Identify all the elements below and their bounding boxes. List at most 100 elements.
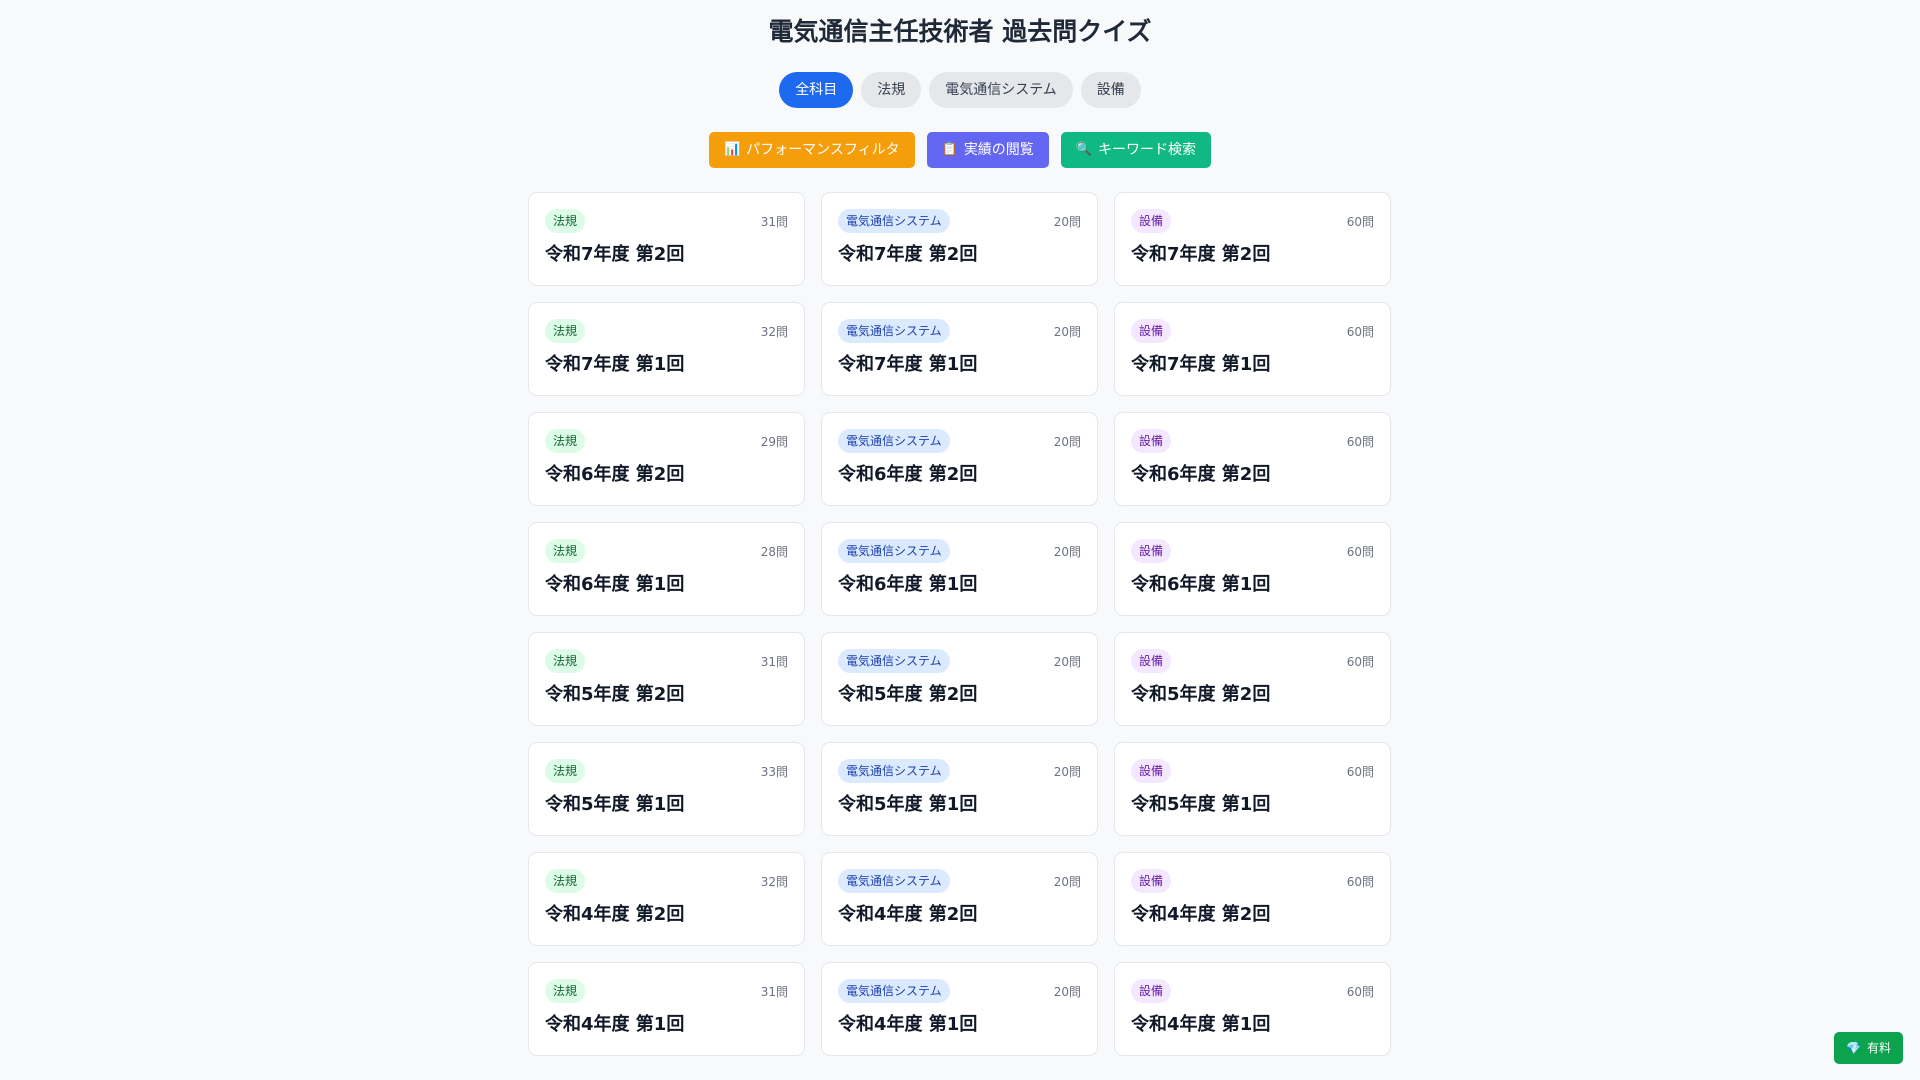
paid-button[interactable]: 💎 有料	[1834, 1032, 1903, 1064]
card-header: 電気通信システム 20問	[838, 209, 1081, 233]
question-count: 32問	[760, 874, 788, 889]
question-count: 31問	[760, 984, 788, 999]
subject-badge: 設備	[1131, 539, 1172, 563]
exam-card[interactable]: 法規 33問 令和5年度 第1回	[528, 742, 805, 836]
page: 電気通信主任技術者 過去問クイズ 全科目 法規 電気通信システム 設備 📊 パフォーマン…	[0, 0, 1920, 1080]
subject-badge: 法規	[545, 319, 586, 343]
card-title: 令和5年度 第1回	[1131, 794, 1271, 815]
subject-badge: 法規	[545, 979, 586, 1003]
question-count: 20問	[1053, 874, 1081, 889]
subject-badge: 法規	[545, 869, 586, 893]
tab-0[interactable]: 全科目	[779, 72, 854, 108]
subject-badge: 法規	[545, 539, 586, 563]
action-button-label: 実績の閲覧	[963, 142, 1034, 158]
card-title: 令和4年度 第1回	[1131, 1014, 1271, 1035]
exam-card[interactable]: 設備 60問 令和7年度 第1回	[1114, 302, 1391, 396]
card-title: 令和5年度 第1回	[838, 794, 978, 815]
question-count: 60問	[1346, 544, 1374, 559]
card-header: 電気通信システム 20問	[838, 759, 1081, 783]
card-title: 令和4年度 第2回	[838, 904, 978, 925]
exam-card[interactable]: 法規 32問 令和4年度 第2回	[528, 852, 805, 946]
subject-badge: 設備	[1131, 979, 1172, 1003]
question-count: 20問	[1053, 984, 1081, 999]
action-button-label: パフォーマンスフィルタ	[746, 142, 900, 158]
exam-card[interactable]: 設備 60問 令和6年度 第1回	[1114, 522, 1391, 616]
question-count: 20問	[1053, 324, 1081, 339]
action-button-0[interactable]: 📊 パフォーマンスフィルタ	[708, 132, 915, 168]
card-header: 設備 60問	[1131, 979, 1374, 1003]
page-title: 電気通信主任技術者 過去問クイズ	[768, 17, 1152, 46]
tab-1[interactable]: 法規	[861, 72, 922, 108]
card-header: 電気通信システム 20問	[838, 319, 1081, 343]
subject-badge: 法規	[545, 759, 586, 783]
exam-card[interactable]: 設備 60問 令和5年度 第1回	[1114, 742, 1391, 836]
exam-card[interactable]: 設備 60問令和6年度 第2回	[1114, 412, 1391, 506]
card-header: 電気通信システム 20問	[838, 869, 1081, 893]
chart-icon: 📊	[723, 142, 741, 157]
subject-badge: 法規	[545, 209, 586, 233]
subject-badge: 電気通信システム	[838, 429, 950, 453]
subject-badge: 電気通信システム	[838, 979, 950, 1003]
question-count: 32問	[760, 324, 788, 339]
card-title: 令和6年度 第2回	[1131, 464, 1271, 485]
card-title: 令和5年度 第2回	[1131, 684, 1271, 705]
subject-badge: 設備	[1131, 869, 1172, 893]
action-bar: 📊 パフォーマンスフィルタ 📋 実績の閲覧 🔍 キーワード検索	[0, 132, 1920, 168]
question-count: 60問	[1346, 874, 1374, 889]
exam-card[interactable]: 電気通信システム 20問 令和5年度 第2回	[821, 632, 1098, 726]
exam-card[interactable]: 法規 29問 令和6年度 第2回	[528, 412, 805, 506]
question-count: 60問	[1346, 984, 1374, 999]
card-header: 設備 60問	[1131, 869, 1374, 893]
exam-card[interactable]: 設備 60問令和4年度 第2回	[1114, 852, 1391, 946]
question-count: 20問	[1053, 214, 1081, 229]
subject-badge: 電気通信システム	[838, 319, 950, 343]
exam-card[interactable]: 法規 32問令和7年度 第1回	[528, 302, 805, 396]
gem-icon: 💎	[1846, 1041, 1861, 1055]
exam-card[interactable]: 電気通信システム 20問 令和6年度 第2回	[821, 412, 1098, 506]
card-header: 法規 28問	[545, 539, 788, 563]
action-button-1[interactable]: 📋 実績の閲覧	[926, 132, 1049, 168]
exam-card[interactable]: 設備 60問 令和5年度 第2回	[1114, 632, 1391, 726]
exam-card[interactable]: 電気通信システム 20問令和4年度 第1回	[821, 962, 1098, 1056]
card-title: 令和5年度 第2回	[838, 684, 978, 705]
tab-3[interactable]: 設備	[1080, 72, 1141, 108]
card-header: 電気通信システム 20問	[838, 649, 1081, 673]
question-count: 29問	[760, 434, 788, 449]
card-title: 令和4年度 第2回	[1131, 904, 1271, 925]
question-count: 60問	[1346, 764, 1374, 779]
tab-2[interactable]: 電気通信システム	[929, 72, 1073, 108]
card-title: 令和7年度 第2回	[838, 244, 978, 265]
question-count: 33問	[760, 764, 788, 779]
card-title: 令和7年度 第1回	[545, 354, 685, 375]
exam-card[interactable]: 電気通信システム 20問 令和6年度 第1回	[821, 522, 1098, 616]
subject-badge: 設備	[1131, 209, 1172, 233]
exam-card[interactable]: 法規 31問令和7年度 第2回	[528, 192, 805, 286]
card-header: 法規 33問	[545, 759, 788, 783]
card-header: 法規 32問	[545, 319, 788, 343]
exam-card[interactable]: 法規 31問 令和5年度 第2回	[528, 632, 805, 726]
card-title: 令和4年度 第1回	[545, 1014, 685, 1035]
exam-card[interactable]: 法規 28問 令和6年度 第1回	[528, 522, 805, 616]
exam-card[interactable]: 設備 60問 令和7年度 第2回	[1114, 192, 1391, 286]
subject-badge: 設備	[1131, 319, 1172, 343]
card-title: 令和6年度 第2回	[838, 464, 978, 485]
card-title: 令和4年度 第1回	[838, 1014, 978, 1035]
subject-badge: 電気通信システム	[838, 649, 950, 673]
card-title: 令和7年度 第2回	[545, 244, 685, 265]
question-count: 31問	[760, 214, 788, 229]
action-button-2[interactable]: 🔍 キーワード検索	[1060, 132, 1211, 168]
subject-badge: 電気通信システム	[838, 209, 950, 233]
card-header: 設備 60問	[1131, 429, 1374, 453]
subject-badge: 電気通信システム	[838, 539, 950, 563]
clipboard-icon: 📋	[941, 142, 958, 157]
exam-card[interactable]: 設備 60問令和4年度 第1回	[1114, 962, 1391, 1056]
exam-card[interactable]: 電気通信システム 20問 令和4年度 第2回	[821, 852, 1098, 946]
card-header: 電気通信システム 20問	[838, 429, 1081, 453]
subject-badge: 法規	[545, 649, 586, 673]
exam-card[interactable]: 電気通信システム 20問 令和7年度 第1回	[821, 302, 1098, 396]
exam-card[interactable]: 法規 31問令和4年度 第1回	[528, 962, 805, 1056]
exam-grid: 法規 31問 令和7年度 第2回 電気通信システム 20問 令和7年度 第2回 設備 60問令…	[528, 192, 1392, 1056]
exam-card[interactable]: 電気通信システム 20問令和7年度 第2回	[821, 192, 1098, 286]
exam-card[interactable]: 電気通信システム 20問 令和5年度 第1回	[821, 742, 1098, 836]
card-header: 電気通信システム 20問	[838, 539, 1081, 563]
